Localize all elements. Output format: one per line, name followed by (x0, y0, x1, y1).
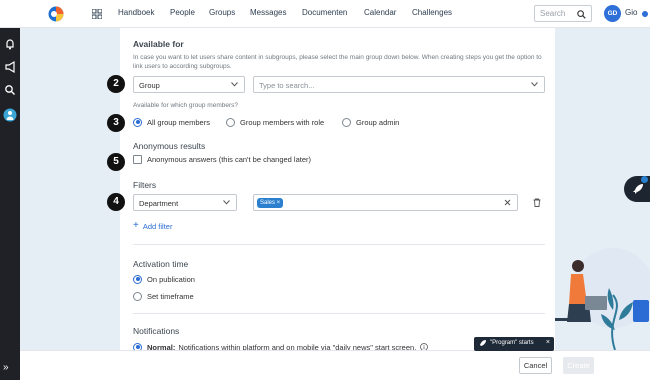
anonymous-title: Anonymous results (133, 141, 206, 151)
radio-dot (226, 117, 235, 127)
notifications-title: Notifications (133, 326, 180, 336)
search-icon[interactable] (3, 83, 17, 97)
nav-documenten[interactable]: Documenten (302, 8, 347, 17)
radio-group-admin[interactable]: Group admin (342, 117, 399, 127)
form-panel: Available for In case you want to let us… (120, 28, 555, 352)
left-rail: » (0, 0, 20, 380)
program-toast: "Program" starts × (474, 337, 554, 351)
chevron-down-icon (231, 82, 238, 87)
filter-value-select[interactable]: Sales × (253, 194, 518, 211)
cancel-button[interactable]: Cancel (519, 357, 552, 374)
step-badge-3: 3 (107, 114, 125, 132)
step-badge-4: 4 (107, 193, 125, 211)
checkbox-label: Anonymous answers (this can't be changed… (147, 155, 312, 164)
group-select-value: Group (139, 80, 160, 90)
app-logo[interactable] (48, 6, 64, 22)
plus-icon: + (133, 220, 139, 231)
activation-title: Activation time (133, 259, 189, 269)
radio-set-timeframe[interactable]: Set timeframe (133, 291, 194, 301)
notification-badge (641, 176, 648, 183)
group-search-select[interactable]: Type to search... (253, 76, 545, 93)
radio-dot (133, 274, 142, 284)
group-search-placeholder: Type to search... (259, 80, 315, 90)
chevron-down-icon (531, 82, 538, 87)
person-with-laptop-illustration (555, 248, 650, 350)
checkbox-box (133, 155, 142, 164)
megaphone-icon[interactable] (3, 60, 17, 74)
radio-dot (342, 117, 351, 127)
add-filter-button[interactable]: + Add filter (133, 221, 172, 231)
radio-label: Group members with role (240, 117, 325, 127)
anonymous-checkbox[interactable]: Anonymous answers (this can't be changed… (133, 155, 311, 164)
chevron-down-icon (223, 200, 230, 205)
nav-messages[interactable]: Messages (250, 8, 286, 17)
nav-calendar[interactable]: Calendar (364, 8, 396, 17)
user-avatar[interactable]: GD (604, 5, 621, 22)
radio-label: Group admin (356, 117, 400, 127)
trash-icon[interactable] (533, 198, 541, 207)
nav-challenges[interactable]: Challenges (412, 8, 452, 17)
nav-people[interactable]: People (170, 8, 195, 17)
user-name[interactable]: Gio (625, 8, 637, 17)
create-button[interactable]: Create (563, 357, 594, 374)
close-icon[interactable]: × (546, 339, 550, 346)
apps-grid-icon[interactable] (92, 9, 102, 19)
filter-tag-sales[interactable]: Sales × (257, 198, 284, 208)
radio-group-members-with-role[interactable]: Group members with role (226, 117, 324, 127)
radio-on-publication[interactable]: On publication (133, 274, 195, 284)
form-footer: Cancel Create (20, 350, 650, 380)
bell-icon[interactable] (3, 37, 17, 51)
step-badge-2: 2 (107, 75, 125, 93)
filter-field-value: Department (139, 198, 179, 208)
radio-label: All group members (147, 117, 210, 127)
filters-title: Filters (133, 180, 157, 190)
add-filter-label: Add filter (142, 221, 173, 231)
rocket-icon (633, 184, 643, 194)
search-placeholder: Search (540, 9, 566, 18)
group-select[interactable]: Group (133, 76, 245, 93)
members-label: Available for which group members? (133, 102, 239, 109)
available-for-title: Available for (133, 39, 184, 49)
profile-avatar-icon[interactable] (3, 108, 17, 122)
radio-dot (133, 117, 142, 127)
top-navigation: Handboek People Groups Messages Document… (0, 0, 650, 28)
clear-icon[interactable] (504, 199, 511, 206)
nav-handboek[interactable]: Handboek (118, 8, 154, 17)
online-status-dot (642, 11, 648, 17)
expand-rail-icon[interactable]: » (3, 362, 9, 373)
step-badge-5: 5 (107, 153, 125, 171)
toast-text: "Program" starts (490, 340, 534, 346)
section-divider (133, 313, 545, 314)
radio-label: Set timeframe (147, 291, 194, 301)
radio-label: On publication (147, 274, 195, 284)
available-for-help: In case you want to let users share cont… (133, 54, 542, 70)
section-divider (133, 244, 545, 245)
filter-field-select[interactable]: Department (133, 194, 237, 211)
radio-dot (133, 291, 142, 301)
rocket-icon (480, 340, 486, 346)
nav-groups[interactable]: Groups (209, 8, 235, 17)
radio-all-group-members[interactable]: All group members (133, 117, 210, 127)
global-search-input[interactable]: Search (534, 5, 592, 22)
search-icon[interactable] (577, 10, 586, 19)
